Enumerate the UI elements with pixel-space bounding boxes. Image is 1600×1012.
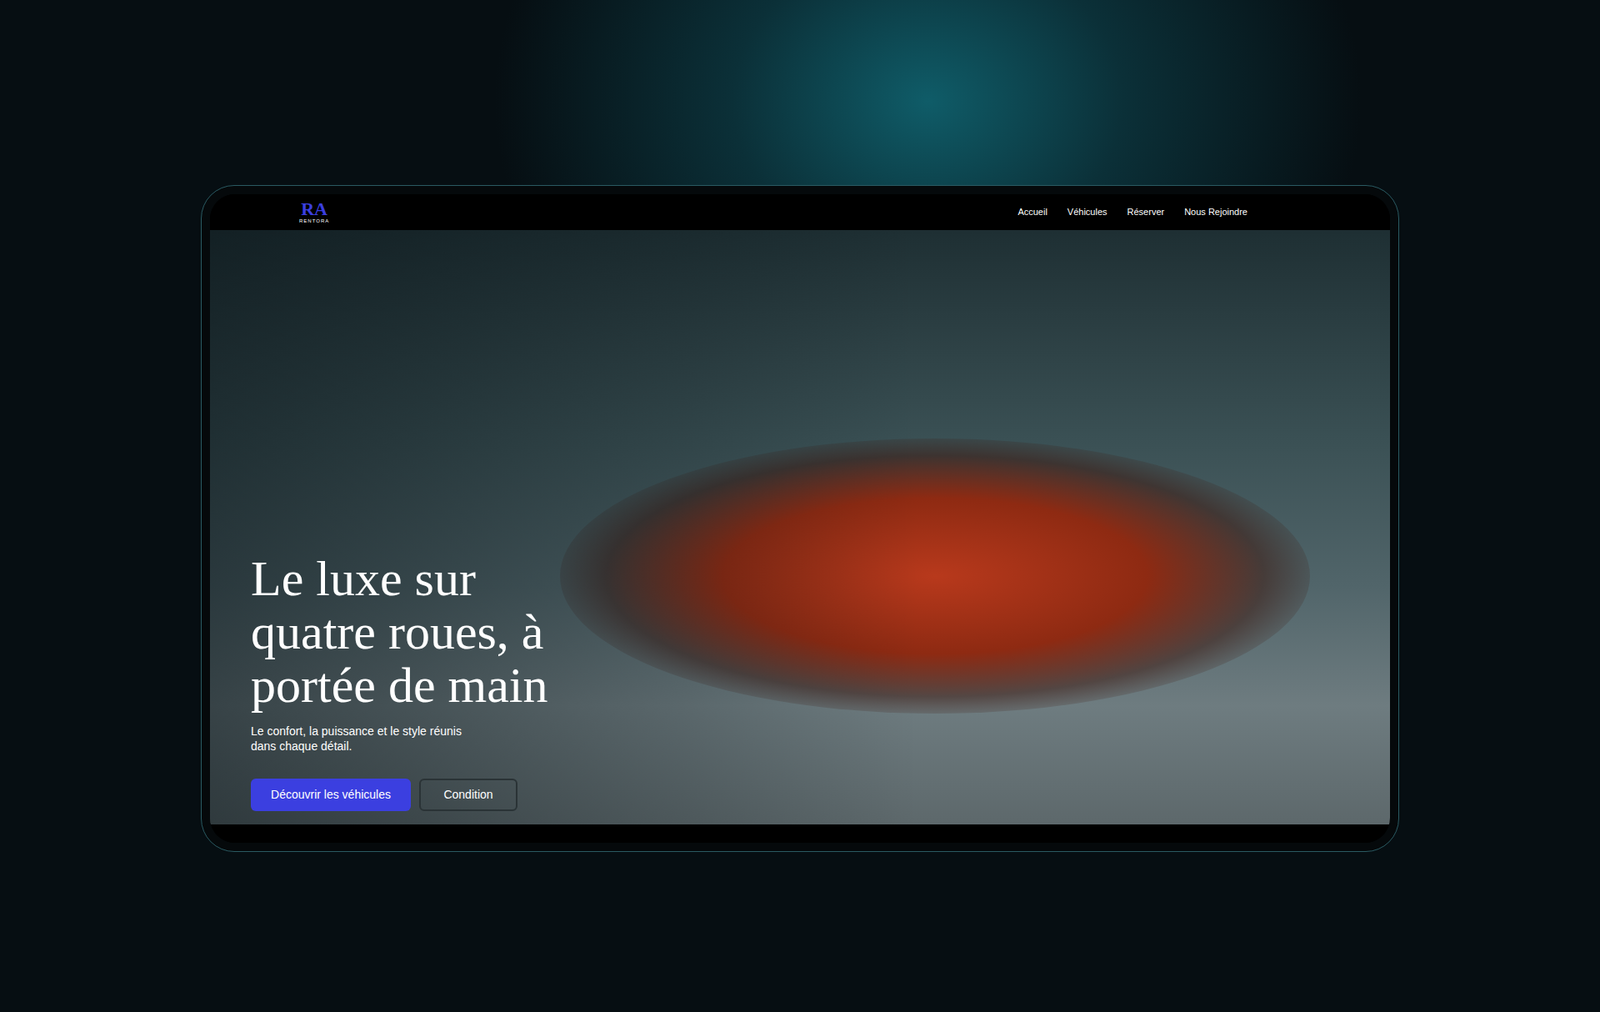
hero-title-line: quatre roues, à xyxy=(250,605,1390,659)
hero-buttons: Découvrir les véhicules Condition xyxy=(250,778,1390,811)
nav-bar: RA RENTORA Accueil Véhicules Réserver Nous … xyxy=(210,194,1390,230)
hero-title: Le luxe surquatre roues, àportée de main xyxy=(250,551,1390,712)
button-label: Découvrir les véhicules xyxy=(270,787,391,801)
logo-wordmark: RENTORA xyxy=(299,217,330,225)
nav-link[interactable]: Accueil xyxy=(1017,205,1047,220)
logo[interactable]: RA RENTORA xyxy=(299,200,330,225)
condition-button[interactable]: Condition xyxy=(419,778,518,811)
nav-link[interactable]: Réserver xyxy=(1127,205,1165,220)
hero-subtitle-line: dans chaque détail. xyxy=(250,738,1390,754)
hero-subtitle-line: Le confort, la puissance et le style réu… xyxy=(250,723,1390,739)
bottom-strip xyxy=(210,824,1390,843)
nav-links: Accueil Véhicules Réserver Nous Rejoindre xyxy=(1017,205,1248,220)
website-screen: RA RENTORA Accueil Véhicules Réserver Nous … xyxy=(210,194,1390,843)
device-frame: RA RENTORA Accueil Véhicules Réserver Nous … xyxy=(200,185,1400,852)
discover-button[interactable]: Découvrir les véhicules xyxy=(250,778,411,811)
logo-mark: RA xyxy=(300,200,328,218)
nav-link[interactable]: Nous Rejoindre xyxy=(1184,205,1248,220)
hero-photo: Le luxe surquatre roues, àportée de main… xyxy=(210,230,1390,825)
hero-title-line: portée de main xyxy=(250,658,1390,712)
nav-link[interactable]: Véhicules xyxy=(1067,205,1108,220)
button-label: Condition xyxy=(443,787,493,801)
hero-subtitle: Le confort, la puissance et le style réu… xyxy=(250,723,1390,754)
hero-title-line: Le luxe sur xyxy=(250,551,1390,605)
